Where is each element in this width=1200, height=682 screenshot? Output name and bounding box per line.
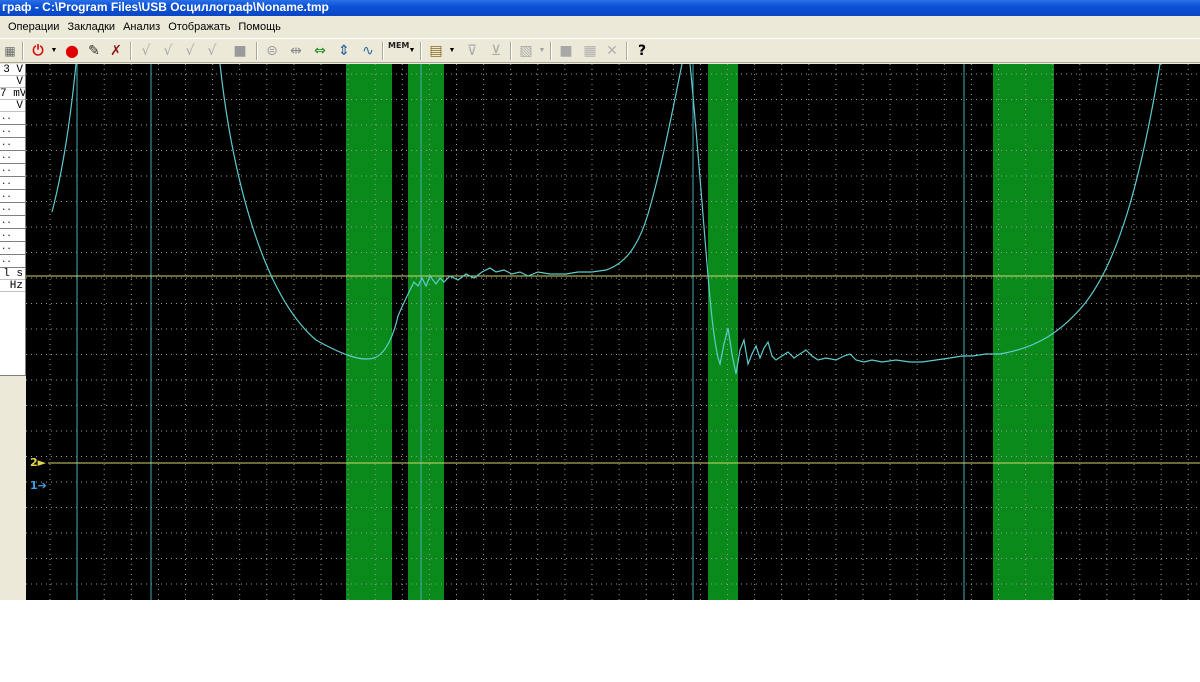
menu-analysis[interactable]: Анализ bbox=[119, 16, 164, 38]
panel-row-empty: .. bbox=[0, 255, 25, 268]
chevron-down-icon[interactable]: ▼ bbox=[408, 41, 416, 61]
menu-help[interactable]: Помощь bbox=[234, 16, 285, 38]
toolbar-separator bbox=[22, 42, 24, 60]
highlight-region bbox=[408, 64, 444, 600]
filter-icon[interactable]: ⊽ bbox=[462, 41, 482, 61]
measure-check-icon[interactable]: √ bbox=[136, 41, 156, 61]
panel-row-empty: .. bbox=[0, 138, 25, 151]
panel-row-empty: .. bbox=[0, 151, 25, 164]
stop-square-icon[interactable]: ■ bbox=[230, 41, 250, 61]
panel-value-unit-2: V bbox=[0, 100, 25, 112]
grid-icon[interactable]: ▦ bbox=[580, 41, 600, 61]
channel-markers: 2► 1➔ bbox=[26, 64, 48, 600]
panel-row-empty: .. bbox=[0, 190, 25, 203]
measure-check-2-icon[interactable]: √ bbox=[158, 41, 178, 61]
open-folder-icon[interactable]: ▤ bbox=[426, 41, 446, 61]
panel-background bbox=[0, 376, 26, 600]
measure-check-4-icon[interactable]: √ bbox=[202, 41, 222, 61]
title-bar: граф - C:\Program Files\USB Осциллограф\… bbox=[0, 0, 1200, 16]
panel-row-empty: .. bbox=[0, 177, 25, 190]
toolbar-separator bbox=[256, 42, 258, 60]
cursor-lines bbox=[76, 64, 965, 600]
zoom-icon[interactable]: ⊜ bbox=[262, 41, 282, 61]
panel-value-volts-1: 3 V bbox=[0, 64, 25, 76]
channel-view-icon[interactable]: ▦ bbox=[0, 41, 20, 61]
panel-row-empty: .. bbox=[0, 125, 25, 138]
trigger-tool-icon[interactable]: ✗ bbox=[106, 41, 126, 61]
chevron-down-icon[interactable]: ▼ bbox=[50, 41, 58, 61]
measure-check-3-icon[interactable]: √ bbox=[180, 41, 200, 61]
toolbar-separator bbox=[626, 42, 628, 60]
memory-button[interactable]: МЕМ bbox=[388, 41, 410, 61]
menu-display[interactable]: Отображать bbox=[164, 16, 234, 38]
arrow-right-icon: ➔ bbox=[37, 479, 47, 492]
oscilloscope-app-window: граф - C:\Program Files\USB Осциллограф\… bbox=[0, 0, 1200, 600]
marker-channel-1-label: 1 bbox=[30, 479, 38, 492]
highlight-region bbox=[993, 64, 1054, 600]
panel-value-unit-1: V bbox=[0, 76, 25, 88]
toolbar: ▦ ⏻ ▼ ● ✎ ✗ √ √ √ √ ■ ⊜ ⇹ ⇔ ⇕ ∿ МЕМ ▼ ▤ … bbox=[0, 38, 1200, 63]
toolbar-separator bbox=[382, 42, 384, 60]
panel-row-empty: .. bbox=[0, 242, 25, 255]
marker-channel-1[interactable]: 1➔ bbox=[30, 480, 47, 492]
marker-channel-2[interactable]: 2► bbox=[30, 457, 46, 469]
panel-row-empty: .. bbox=[0, 164, 25, 177]
oscilloscope-screen[interactable] bbox=[26, 64, 1200, 600]
probe-tool-icon[interactable]: ✎ bbox=[84, 41, 104, 61]
panel-row-empty: .. bbox=[0, 216, 25, 229]
arrow-right-icon: ► bbox=[37, 456, 47, 469]
menu-bookmarks[interactable]: Закладки bbox=[63, 16, 119, 38]
clear-icon[interactable]: ✕ bbox=[602, 41, 622, 61]
waveform-icon[interactable]: ∿ bbox=[358, 41, 378, 61]
menu-bar: Операции Закладки Анализ Отображать Помощь bbox=[0, 16, 1200, 38]
cursor-tool-icon[interactable]: ⇹ bbox=[286, 41, 306, 61]
window-title: граф - C:\Program Files\USB Осциллограф\… bbox=[2, 0, 329, 14]
toolbar-separator bbox=[550, 42, 552, 60]
panel-value-time: l s bbox=[0, 268, 25, 280]
move-vertical-icon[interactable]: ⇕ bbox=[334, 41, 354, 61]
panel-value-millivolts: 7 mV bbox=[0, 88, 25, 100]
filter-2-icon[interactable]: ⊻ bbox=[486, 41, 506, 61]
highlight-region bbox=[708, 64, 738, 600]
waveform-display bbox=[26, 64, 1200, 600]
help-icon[interactable]: ? bbox=[632, 41, 652, 61]
toolbar-separator bbox=[510, 42, 512, 60]
chevron-down-icon[interactable]: ▼ bbox=[448, 41, 456, 61]
toolbar-separator bbox=[130, 42, 132, 60]
memory-label: МЕМ bbox=[388, 41, 410, 50]
square-icon[interactable]: ■ bbox=[556, 41, 576, 61]
move-horizontal-icon[interactable]: ⇔ bbox=[310, 41, 330, 61]
power-stop-icon[interactable]: ⏻ bbox=[28, 41, 48, 61]
record-icon[interactable]: ● bbox=[62, 41, 82, 61]
marker-channel-2-label: 2 bbox=[30, 456, 38, 469]
channel-settings-panel: 3 V V 7 mV V .. .. .. .. .. .. .. .. .. … bbox=[0, 64, 26, 376]
panel-row-empty: .. bbox=[0, 203, 25, 216]
chevron-down-icon[interactable]: ▼ bbox=[538, 41, 546, 61]
toolbar-separator bbox=[420, 42, 422, 60]
panel-row-empty: .. bbox=[0, 229, 25, 242]
highlight-region bbox=[346, 64, 392, 600]
menu-operations[interactable]: Операции bbox=[0, 16, 63, 38]
panel-row-empty: .. bbox=[0, 112, 25, 125]
export-icon[interactable]: ▧ bbox=[516, 41, 536, 61]
help-glyph: ? bbox=[637, 43, 647, 59]
panel-value-frequency: Hz bbox=[0, 280, 25, 292]
